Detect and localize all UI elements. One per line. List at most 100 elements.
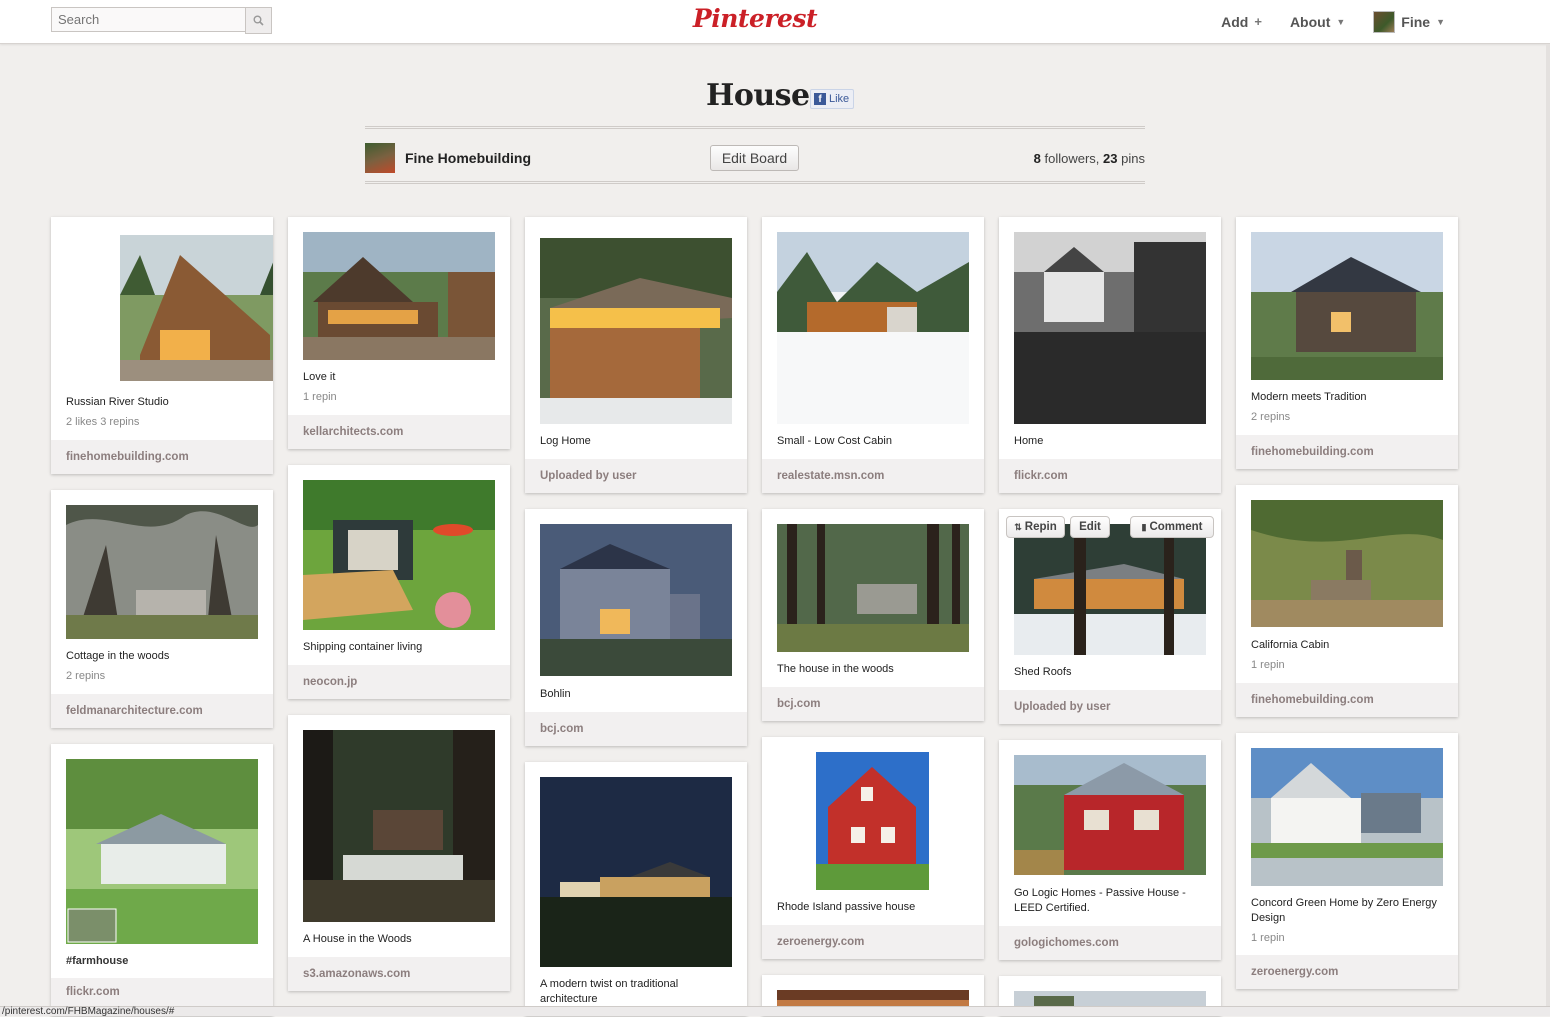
pin-card[interactable]: The house in the woods bcj.com <box>762 509 984 721</box>
pin-source-link[interactable]: zeroenergy.com <box>762 925 984 959</box>
comment-icon: ▮ <box>1141 521 1147 532</box>
pin-source-link[interactable]: kellarchitects.com <box>288 415 510 449</box>
pin-source-link[interactable]: gologichomes.com <box>999 926 1221 960</box>
status-bar: /pinterest.com/FHBMagazine/houses/# <box>0 1006 1550 1017</box>
repin-icon: ⇅ <box>1014 521 1022 532</box>
about-menu[interactable]: About ▼ <box>1290 14 1345 30</box>
pin-image[interactable] <box>66 505 258 639</box>
pin-image[interactable] <box>120 235 273 381</box>
owner-avatar[interactable] <box>365 143 395 173</box>
add-menu[interactable]: Add + <box>1221 14 1262 30</box>
pin-description: #farmhouse <box>66 955 129 967</box>
pin-source-link[interactable]: bcj.com <box>762 687 984 721</box>
pin-card[interactable]: #farmhouse flickr.com <box>51 744 273 1016</box>
pin-source-link[interactable]: finehomebuilding.com <box>1236 683 1458 717</box>
pin-image[interactable] <box>1014 524 1206 655</box>
pin-card[interactable]: California Cabin 1 repin finehomebuildin… <box>1236 485 1458 717</box>
pin-card[interactable]: ⇅ Repin Edit ▮ Comment Shed Roofs Upload… <box>999 509 1221 724</box>
pin-image[interactable] <box>66 759 258 944</box>
edit-board-button[interactable]: Edit Board <box>710 145 799 171</box>
facebook-like-button[interactable]: f Like <box>810 89 855 109</box>
board-stats: 8 followers, 23 pins <box>1034 151 1145 166</box>
pin-description: Modern meets Tradition <box>1251 391 1367 403</box>
pin-source-link[interactable]: neocon.jp <box>288 665 510 699</box>
pin-source-link[interactable]: bcj.com <box>525 712 747 746</box>
pin-image[interactable] <box>540 777 732 967</box>
pin-stats: 2 likes 3 repins <box>66 416 140 428</box>
pin-image[interactable] <box>540 238 732 424</box>
pin-stats: 2 repins <box>1251 411 1291 423</box>
repin-button[interactable]: ⇅ Repin <box>1006 516 1065 538</box>
followers-count: 8 <box>1033 151 1041 166</box>
scrollbar[interactable] <box>1546 44 1550 1006</box>
pin-image[interactable] <box>816 752 929 890</box>
board-info-bar: Fine Homebuilding Edit Board 8 followers… <box>365 126 1145 184</box>
pin-card[interactable]: Log Home Uploaded by user <box>525 217 747 493</box>
pin-source-link[interactable]: Uploaded by user <box>999 690 1221 724</box>
search-input[interactable] <box>51 7 245 32</box>
pin-description: Bohlin <box>540 688 571 700</box>
pin-image[interactable] <box>1014 755 1206 875</box>
comment-label: Comment <box>1149 521 1203 533</box>
pin-card[interactable]: Shipping container living neocon.jp <box>288 465 510 699</box>
pin-card[interactable]: Home flickr.com <box>999 217 1221 493</box>
main-nav: Add + About ▼ Fine ▼ <box>1221 0 1445 43</box>
search-button[interactable] <box>245 7 272 34</box>
pin-card[interactable]: A modern twist on traditional architectu… <box>525 762 747 1016</box>
pin-source-link[interactable]: zeroenergy.com <box>1236 955 1458 989</box>
pin-image[interactable] <box>1251 748 1443 886</box>
pins-label: pins <box>1121 151 1145 166</box>
pin-image[interactable] <box>540 524 732 676</box>
edit-pin-button[interactable]: Edit <box>1070 516 1110 538</box>
pin-card[interactable]: Cottage in the woods 2 repins feldmanarc… <box>51 490 273 728</box>
comment-button[interactable]: ▮ Comment <box>1130 516 1214 538</box>
add-label: Add <box>1221 13 1249 30</box>
pin-source-link[interactable]: feldmanarchitecture.com <box>51 694 273 728</box>
pin-description: Small - Low Cost Cabin <box>777 435 892 447</box>
pinterest-logo[interactable]: Pinterest <box>690 4 820 33</box>
like-label: Like <box>829 93 850 105</box>
pin-description: Love it <box>303 371 336 383</box>
pin-hover-actions: ⇅ Repin Edit ▮ Comment <box>999 509 1221 543</box>
pin-card[interactable]: Rhode Island passive house zeroenergy.co… <box>762 737 984 959</box>
pin-image[interactable] <box>1251 500 1443 627</box>
pin-image[interactable] <box>303 480 495 630</box>
pin-description: Cottage in the woods <box>66 650 170 662</box>
pin-source-link[interactable]: Uploaded by user <box>525 459 747 493</box>
pin-description: A House in the Woods <box>303 933 412 945</box>
pin-description: Shed Roofs <box>1014 666 1072 678</box>
owner-name-link[interactable]: Fine Homebuilding <box>405 150 531 166</box>
pin-card[interactable]: A House in the Woods s3.amazonaws.com <box>288 715 510 991</box>
pin-card[interactable]: Russian River Studio 2 likes 3 repins fi… <box>51 217 273 474</box>
pin-card[interactable]: Bohlin bcj.com <box>525 509 747 746</box>
pin-card[interactable]: Love it 1 repin kellarchitects.com <box>288 217 510 449</box>
pin-image[interactable] <box>1014 232 1206 424</box>
pin-card[interactable]: Concord Green Home by Zero Energy Design… <box>1236 733 1458 989</box>
pin-source-link[interactable]: finehomebuilding.com <box>51 440 273 474</box>
pin-description: Rhode Island passive house <box>777 901 916 913</box>
user-avatar <box>1373 10 1396 33</box>
pin-card[interactable]: Go Logic Homes - Passive House - LEED Ce… <box>999 740 1221 960</box>
pin-stats: 2 repins <box>66 670 106 682</box>
pin-image[interactable] <box>777 232 969 424</box>
pin-source-link[interactable]: realestate.msn.com <box>762 459 984 493</box>
top-navigation-bar: Pinterest Add + About ▼ Fine ▼ <box>0 0 1550 44</box>
pin-image[interactable] <box>777 524 969 652</box>
pin-card[interactable]: Small - Low Cost Cabin realestate.msn.co… <box>762 217 984 493</box>
pin-image[interactable] <box>1251 232 1443 380</box>
pins-count: 23 <box>1103 151 1118 166</box>
pin-source-link[interactable]: s3.amazonaws.com <box>288 957 510 991</box>
pin-description: Log Home <box>540 435 591 447</box>
pin-source-link[interactable]: finehomebuilding.com <box>1236 435 1458 469</box>
pin-card[interactable]: Modern meets Tradition 2 repins finehome… <box>1236 217 1458 469</box>
pin-description: A modern twist on traditional architectu… <box>540 978 679 1005</box>
user-menu[interactable]: Fine ▼ <box>1373 10 1445 33</box>
pin-description: The house in the woods <box>777 663 894 675</box>
about-label: About <box>1289 13 1331 30</box>
pin-source-link[interactable]: flickr.com <box>999 459 1221 493</box>
pin-description: California Cabin <box>1251 639 1330 651</box>
pin-image[interactable] <box>303 232 495 360</box>
plus-icon: + <box>1254 14 1262 29</box>
chevron-down-icon: ▼ <box>1336 16 1346 27</box>
pin-image[interactable] <box>303 730 495 922</box>
